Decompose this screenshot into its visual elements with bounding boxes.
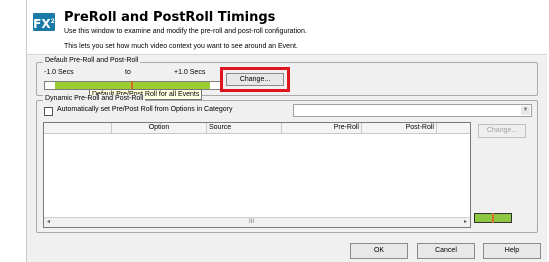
auto-set-checkbox[interactable]: [44, 107, 53, 116]
window-description-2: This lets you set how much video context…: [64, 43, 298, 50]
column-header-preroll[interactable]: Pre-Roll: [282, 123, 362, 133]
column-header-option[interactable]: Option: [112, 123, 207, 133]
to-label: to: [125, 69, 131, 76]
scroll-left-icon[interactable]: ◂: [44, 218, 53, 227]
preview-marker: [492, 213, 494, 223]
preroll-postroll-window: FX2 PreRoll and PostRoll Timings Use thi…: [26, 0, 547, 262]
scroll-right-icon[interactable]: ▸: [461, 218, 470, 227]
max-roll-label: +1.0 Secs: [174, 69, 206, 76]
fx2-logo: FX2: [33, 13, 55, 31]
options-list[interactable]: Option Source Pre-Roll Post-Roll ◂ III ▸: [43, 122, 471, 228]
highlight-annotation: [220, 67, 290, 92]
ok-button[interactable]: OK: [350, 243, 408, 259]
help-button[interactable]: Help: [483, 243, 541, 259]
category-dropdown[interactable]: ▼: [293, 104, 532, 117]
scroll-thumb[interactable]: III: [249, 218, 254, 227]
window-header: FX2 PreRoll and PostRoll Timings Use thi…: [27, 0, 547, 55]
column-header-extra[interactable]: [437, 123, 470, 133]
column-header-blank[interactable]: [44, 123, 112, 133]
column-header-source[interactable]: Source: [207, 123, 282, 133]
list-header: Option Source Pre-Roll Post-Roll: [44, 123, 470, 134]
window-title: PreRoll and PostRoll Timings: [64, 10, 276, 25]
dynamic-group-label: Dynamic Pre-Roll and Post-Roll: [43, 95, 146, 102]
dynamic-change-button[interactable]: Change...: [478, 124, 526, 138]
column-header-postroll[interactable]: Post-Roll: [362, 123, 437, 133]
dynamic-roll-preview: [474, 213, 512, 223]
auto-set-label: Automatically set Pre/Post Roll from Opt…: [57, 106, 233, 113]
default-group-label: Default Pre-Roll and Post-Roll: [43, 57, 141, 64]
horizontal-scrollbar[interactable]: ◂ III ▸: [44, 217, 470, 227]
window-description-1: Use this window to examine and modify th…: [64, 28, 307, 35]
min-roll-label: -1.0 Secs: [44, 69, 74, 76]
cancel-button[interactable]: Cancel: [417, 243, 475, 259]
chevron-down-icon[interactable]: ▼: [521, 106, 530, 115]
